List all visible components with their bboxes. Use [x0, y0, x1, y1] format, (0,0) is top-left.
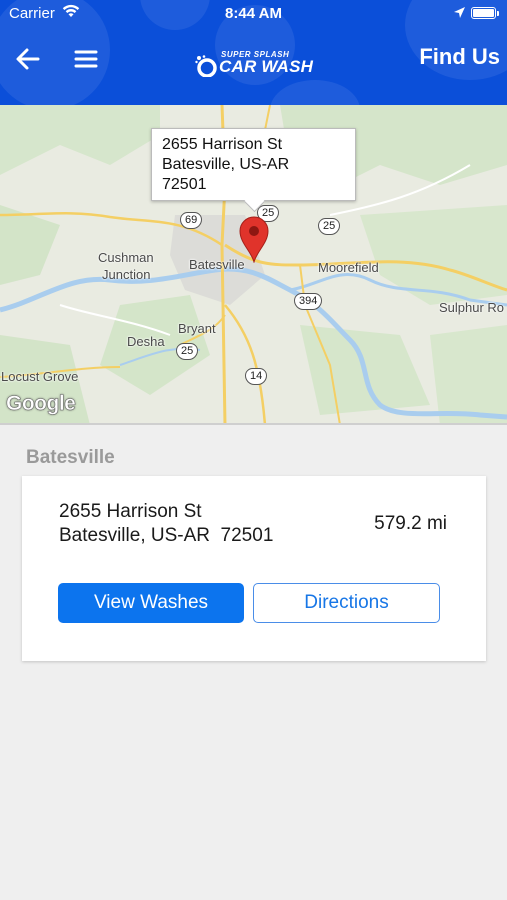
status-time: 8:44 AM: [225, 5, 282, 22]
location-pin-icon[interactable]: [238, 215, 270, 268]
callout-line: 72501: [162, 176, 207, 193]
map-place-label: Moorefield: [318, 260, 379, 275]
map-view[interactable]: Cushman Junction Batesville Moorefield S…: [0, 105, 507, 425]
map-place-label: Desha: [127, 334, 165, 349]
app-header: Carrier 8:44 AM SUPER SPLASH CAR WASH Fi…: [0, 0, 507, 105]
map-place-label: Sulphur Ro: [439, 300, 505, 315]
menu-button[interactable]: [72, 46, 100, 72]
route-shield: 25: [176, 343, 199, 360]
back-button[interactable]: [14, 46, 42, 72]
address-line-2: Batesville, US-AR 72501: [59, 525, 274, 546]
view-washes-button[interactable]: View Washes: [58, 583, 244, 623]
section-title: Batesville: [26, 447, 115, 468]
map-callout[interactable]: 2655 Harrison St Batesville, US-AR 72501: [151, 128, 356, 201]
status-bar: Carrier 8:44 AM: [0, 0, 507, 28]
route-shield: 25: [318, 218, 341, 235]
location-arrow-icon: [453, 6, 466, 23]
splash-icon: [195, 55, 219, 82]
route-shield: 394: [294, 293, 323, 310]
route-shield: 14: [245, 368, 268, 385]
google-logo: Google: [6, 392, 76, 416]
address-line-1: 2655 Harrison St: [59, 501, 202, 522]
hamburger-menu-icon: [74, 50, 98, 68]
callout-line: Batesville, US-AR: [162, 156, 290, 173]
directions-button[interactable]: Directions: [253, 583, 440, 623]
map-place-label: Locust Grove: [1, 369, 79, 384]
map-place-label: Batesville: [189, 257, 245, 272]
location-card: 2655 Harrison St Batesville, US-AR 72501…: [22, 476, 486, 661]
map-place-label: Junction: [102, 267, 151, 282]
battery-icon: [471, 7, 499, 19]
map-place-label: Cushman: [98, 250, 154, 265]
route-shield: 69: [180, 212, 203, 229]
arrow-left-icon: [16, 48, 40, 70]
logo-bottom-text: CAR WASH: [219, 57, 314, 76]
page-title: Find Us: [419, 44, 500, 69]
header-decoration: [270, 80, 360, 105]
car-wash-logo: SUPER SPLASH CAR WASH: [193, 48, 318, 78]
map-place-label: Bryant: [178, 321, 216, 336]
callout-line: 2655 Harrison St: [162, 136, 283, 153]
distance-label: 579.2 mi: [374, 513, 447, 534]
